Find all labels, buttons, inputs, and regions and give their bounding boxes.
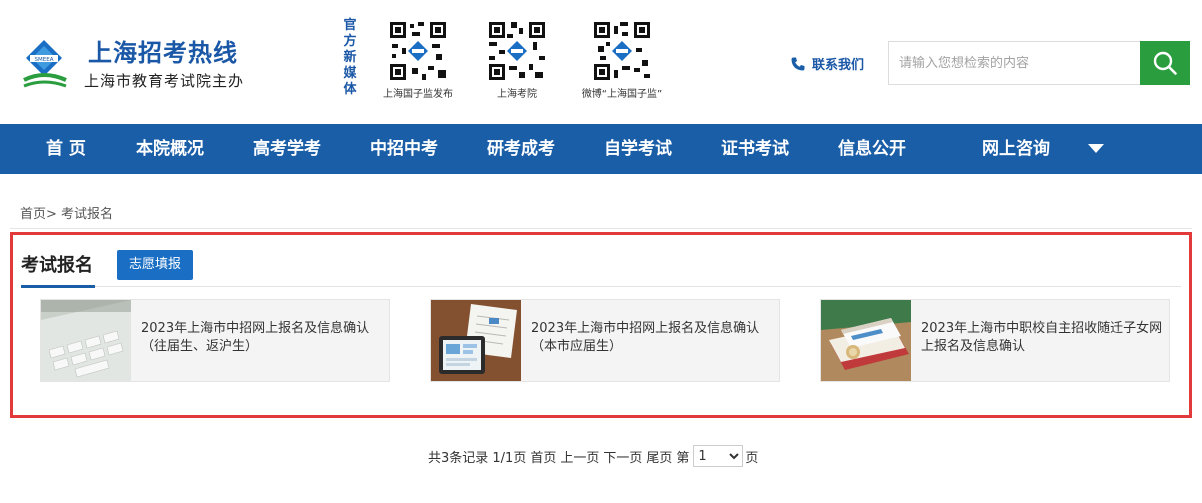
site-header: SMEEA 上海招考热线 上海市教育考试院主办 官方新媒体 上海国子监发布 上海…: [0, 0, 1202, 124]
phone-icon: [791, 57, 805, 70]
qr-caption: 微博“上海国子监”: [581, 89, 663, 100]
nav-item-info-public[interactable]: 信息公开: [838, 124, 906, 174]
list-item[interactable]: 2023年上海市中招网上报名及信息确认（往届生、返沪生）: [40, 299, 390, 382]
keyboard-thumbnail-image: [41, 300, 131, 381]
search-icon: [1153, 51, 1177, 75]
svg-text:SMEEA: SMEEA: [35, 57, 54, 63]
nav-item-about[interactable]: 本院概况: [136, 124, 204, 174]
page-prefix: 第: [676, 450, 690, 466]
card-title: 2023年上海市中职校自主招收随迁子女网上报名及信息确认: [921, 321, 1163, 354]
tab-exam-registration[interactable]: 考试报名: [21, 251, 95, 288]
next-page-link[interactable]: 下一页: [603, 447, 642, 466]
nav-item-gaokao[interactable]: 高考学考: [253, 124, 321, 174]
qr-code-icon: [592, 20, 652, 82]
smeea-emblem-icon: SMEEA: [23, 40, 67, 88]
qr-code-guozijian[interactable]: 上海国子监发布: [376, 20, 460, 100]
list-item[interactable]: 2023年上海市中招网上报名及信息确认（本市应届生）: [430, 299, 780, 382]
card-title: 2023年上海市中招网上报名及信息确认（往届生、返沪生）: [141, 321, 370, 354]
nav-item-self-study[interactable]: 自学考试: [604, 124, 672, 174]
card-title: 2023年上海市中招网上报名及信息确认（本市应届生）: [531, 321, 760, 354]
search-input[interactable]: [888, 41, 1140, 85]
pagination: 共3条记录 1/1页 首页 上一页 下一页 尾页 第 1 页: [428, 443, 762, 469]
media-tag: 官方新媒体: [343, 18, 357, 97]
qr-code-icon: [487, 20, 547, 82]
main-nav: 首 页 本院概况 高考学考 中招中考 研考成考 自学考试 证书考试 信息公开 网…: [0, 124, 1202, 174]
prev-page-link[interactable]: 上一页: [560, 447, 599, 466]
qr-code-kaoyuan[interactable]: 上海考院: [486, 20, 548, 100]
nav-item-consult[interactable]: 网上咨询: [982, 124, 1050, 174]
nav-item-home[interactable]: 首 页: [46, 124, 86, 174]
breadcrumb[interactable]: 首页> 考试报名: [20, 203, 113, 222]
pagination-summary: 共3条记录 1/1页: [428, 450, 527, 466]
active-tab-underline: [21, 285, 95, 288]
panel-tabs: 考试报名 志愿填报: [21, 249, 1181, 288]
qr-caption: 上海国子监发布: [383, 89, 453, 100]
nav-item-yankao[interactable]: 研考成考: [487, 124, 555, 174]
tablet-thumbnail-image: [431, 300, 521, 381]
site-subtitle: 上海市教育考试院主办: [84, 72, 245, 90]
search-button[interactable]: [1140, 41, 1190, 85]
nav-item-zhongkao[interactable]: 中招中考: [370, 124, 438, 174]
page-select[interactable]: 1: [693, 445, 744, 467]
list-item[interactable]: 2023年上海市中职校自主招收随迁子女网上报名及信息确认: [820, 299, 1170, 382]
nav-more-chevron-down-icon[interactable]: [1088, 144, 1104, 153]
search-bar: [888, 41, 1190, 85]
first-page-link[interactable]: 首页: [530, 447, 556, 466]
nav-item-certificate[interactable]: 证书考试: [721, 124, 789, 174]
contact-us-label: 联系我们: [812, 58, 865, 73]
site-logo[interactable]: SMEEA 上海招考热线 上海市教育考试院主办: [22, 34, 262, 94]
qr-code-weibo[interactable]: 微博“上海国子监”: [567, 20, 677, 100]
divider: [10, 228, 1192, 229]
qr-code-icon: [388, 20, 448, 82]
tab-application-filling[interactable]: 志愿填报: [117, 250, 194, 280]
page-suffix: 页: [745, 450, 759, 466]
site-title: 上海招考热线: [88, 39, 238, 67]
registration-panel: 考试报名 志愿填报 2023年上海市中招网上报名及信息确认（往届生、返沪生） 2…: [10, 232, 1192, 418]
contact-us-link[interactable]: 联系我们: [790, 54, 864, 73]
tab-label: 考试报名: [21, 255, 93, 276]
last-page-link[interactable]: 尾页: [646, 447, 672, 466]
books-thumbnail-image: [821, 300, 911, 381]
qr-caption: 上海考院: [497, 89, 537, 100]
